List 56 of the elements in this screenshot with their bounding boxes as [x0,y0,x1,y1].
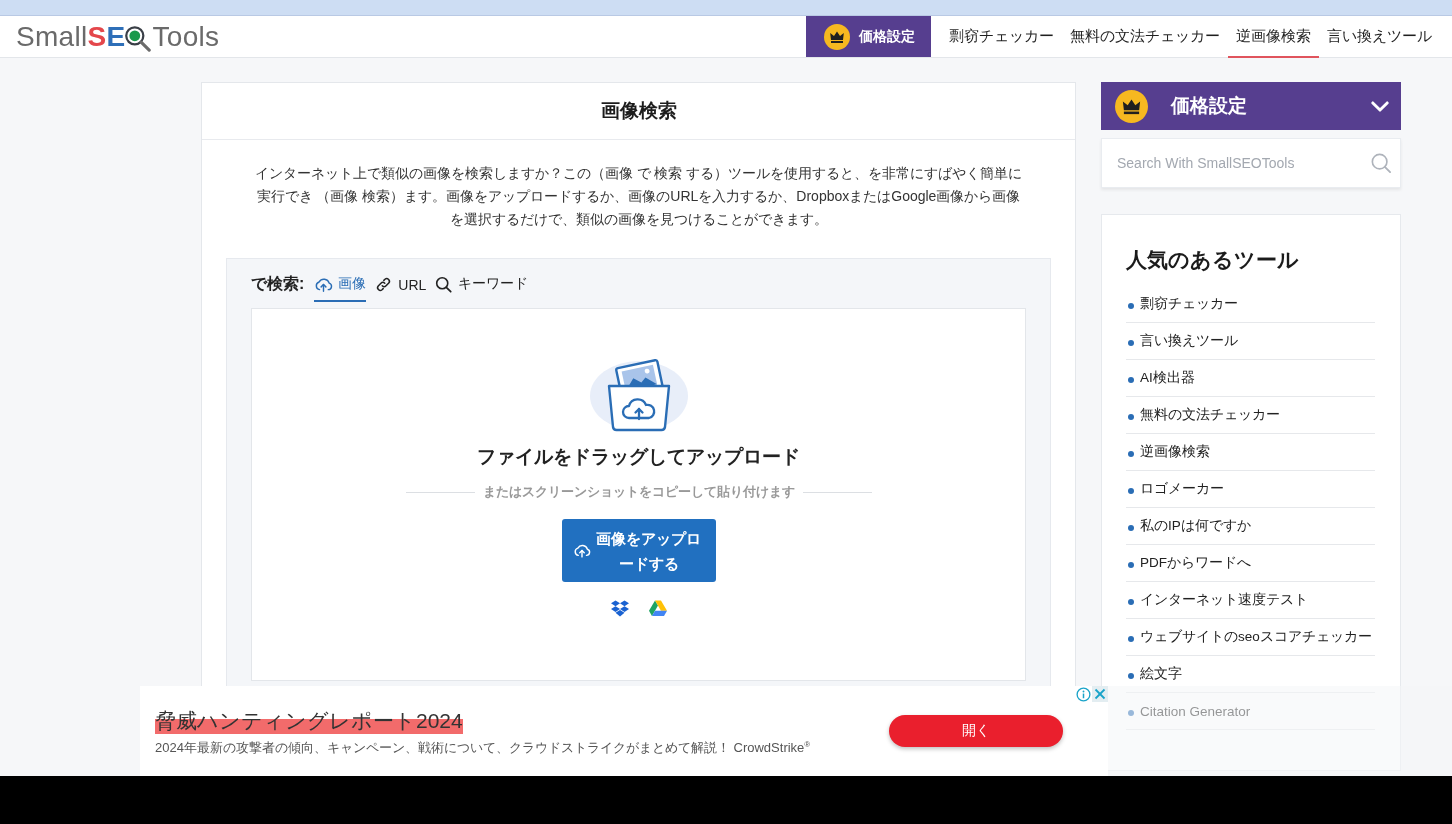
bullet-icon [1128,450,1134,457]
bullet-icon [1128,302,1134,309]
cloud-upload-icon [573,543,591,558]
bullet-icon [1128,487,1134,494]
bullet-icon [1128,561,1134,568]
nav-link[interactable]: 逆画像検索 [1228,16,1319,58]
popular-tools-title: 人気のあるツール [1126,247,1300,274]
site-logo[interactable]: SmallSE Tools [0,16,220,57]
chevron-down-icon [1371,100,1389,112]
sidebar-tool-link[interactable]: 言い換えツール [1140,332,1238,350]
tool-description: インターネット上で類似の画像を検索しますか？この（画像 で 検索 する）ツールを使用すると、を非常にすばやく簡単に実行でき （画像 検索）ます。画像をアップロードするか、画像のURLを入力するか、DropboxまたはGoogle画像から画像を選択するだけで、類似の画像を見つけることができます。 [253,164,1024,229]
ad-open-button[interactable]: 開く [889,715,1063,747]
crown-icon [1115,89,1148,123]
sidebar-tool-link[interactable]: ロゴメーカー [1140,480,1224,498]
search-tab[interactable]: キーワード [434,275,529,302]
search-field[interactable]: Search With SmallSEOTools [1101,138,1401,188]
search-by-label: で検索: [251,274,305,294]
paste-hint: またはスクリーンショットをコピーして貼り付けます [482,483,795,501]
pricing-dropdown[interactable]: 価格設定 [1101,82,1401,130]
sidebar-tool-link[interactable]: 逆画像検索 [1140,443,1210,461]
nav-link[interactable]: 無料の文法チェッカー [1062,16,1228,58]
sidebar-tool-link[interactable]: 私のIPは何ですか [1140,517,1251,535]
drop-zone[interactable]: ファイルをドラッグしてアップロード またはスクリーンショットをコピーして貼り付けます 画像をアップロードする [251,308,1026,681]
ad-text: 2024年最新の攻撃者の傾向、キャンペーン、戦術について、クラウドストライクがまとめて解説！ CrowdStrike$^{®}$ [155,739,812,758]
upload-image-button[interactable]: 画像をアップロードする [561,519,716,582]
info-icon[interactable] [1076,687,1091,702]
bullet-icon [1128,672,1134,679]
page-title: 画像検索 [202,83,1075,140]
bullet-icon [1128,413,1134,420]
sidebar-tool-link[interactable]: 無料の文法チェッカー [1140,406,1280,424]
bullet-icon [1128,598,1134,605]
sidebar-tool-link[interactable]: ウェブサイトのseoスコアチェッカー [1140,628,1372,646]
bullet-icon [1128,376,1134,383]
nav-link[interactable]: 剽窃チェッカー [941,16,1062,58]
sidebar-tool-link[interactable]: 剽窃チェッカー [1140,295,1238,313]
search-icon [434,275,454,293]
bullet-icon [1128,635,1134,642]
drop-heading: ファイルをドラッグしてアップロード [477,445,800,469]
bullet-icon [1128,339,1134,346]
diamond-box-icon[interactable] [610,600,629,617]
triangle-icon[interactable] [648,600,667,617]
magnifier-icon [124,25,152,52]
sidebar-tool-link[interactable]: 絵文字 [1140,665,1182,683]
search-icon[interactable] [1371,153,1391,173]
search-tab[interactable]: 画像 [314,275,367,302]
close-icon[interactable] [1092,686,1108,702]
pricing-button[interactable]: 価格設定 [806,16,931,57]
bullet-icon [1128,524,1134,531]
search-tab[interactable]: URL [374,276,427,302]
crown-icon [824,23,850,50]
bullet-icon [1128,709,1134,716]
sidebar-tool-link[interactable]: AI検出器 [1140,369,1195,387]
folder-cloud-upload-icon [588,356,689,432]
nav-link[interactable]: 言い換えツール [1319,16,1440,58]
sidebar-tool-link[interactable]: PDFからワードへ [1140,554,1251,572]
sidebar-tool-link[interactable]: インターネット速度テスト [1140,591,1308,609]
